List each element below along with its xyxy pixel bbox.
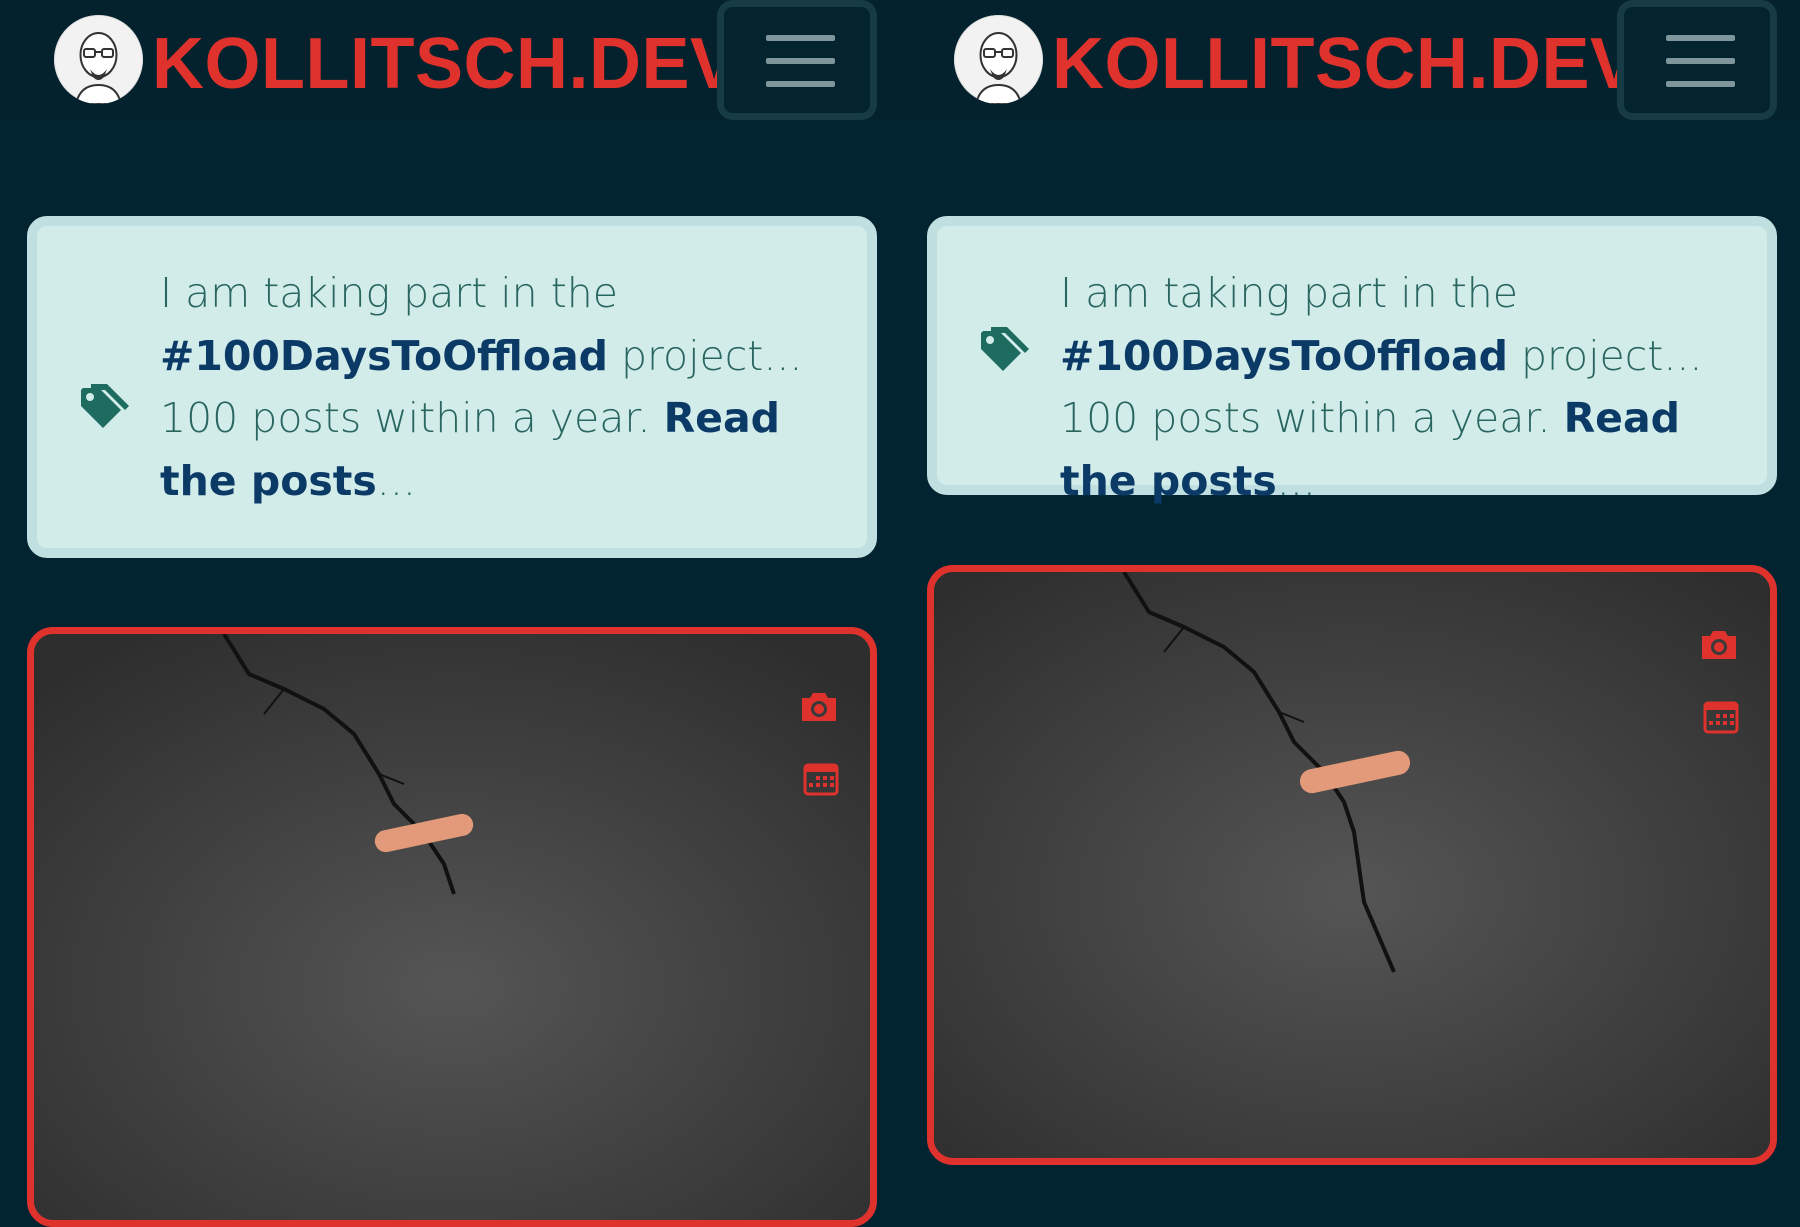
post-image	[934, 572, 1770, 1158]
notice-ellipsis: ...	[376, 456, 416, 505]
calendar-icon	[1703, 701, 1739, 734]
notice-ellipsis: ...	[1276, 456, 1316, 505]
post-card[interactable]	[927, 565, 1777, 1165]
tag-icon	[81, 384, 129, 428]
menu-button[interactable]	[717, 0, 877, 120]
hamburger-icon	[766, 81, 835, 87]
tag-icon	[981, 327, 1029, 371]
offload-notice: I am taking part in the #100DaysToOffloa…	[927, 216, 1777, 505]
camera-icon	[802, 693, 836, 721]
offload-notice: I am taking part in the #100DaysToOffloa…	[27, 216, 877, 558]
post-card[interactable]	[27, 627, 877, 1227]
avatar[interactable]	[954, 15, 1043, 104]
hamburger-icon	[766, 35, 835, 41]
site-title[interactable]: KOLLITSCH.DEV	[1052, 18, 1639, 110]
hamburger-icon	[766, 58, 835, 64]
hashtag-link[interactable]: #100DaysToOffload	[160, 332, 608, 380]
hamburger-icon	[1666, 58, 1735, 64]
calendar-icon	[803, 763, 839, 796]
camera-icon	[1702, 631, 1736, 659]
post-image	[34, 634, 870, 1220]
notice-intro: I am taking part in the	[1060, 269, 1518, 317]
viewport-left: KOLLITSCH.DEV I am taking part in the #1…	[0, 0, 900, 1227]
hamburger-icon	[1666, 35, 1735, 41]
notice-intro: I am taking part in the	[160, 269, 618, 317]
notice-text: I am taking part in the #100DaysToOffloa…	[160, 262, 840, 512]
hamburger-icon	[1666, 81, 1735, 87]
hashtag-link[interactable]: #100DaysToOffload	[1060, 332, 1508, 380]
site-title[interactable]: KOLLITSCH.DEV	[152, 18, 739, 110]
viewport-right: KOLLITSCH.DEV I am taking part in the #1…	[900, 0, 1800, 1165]
avatar[interactable]	[54, 15, 143, 104]
notice-text: I am taking part in the #100DaysToOffloa…	[1060, 262, 1740, 512]
menu-button[interactable]	[1617, 0, 1777, 120]
